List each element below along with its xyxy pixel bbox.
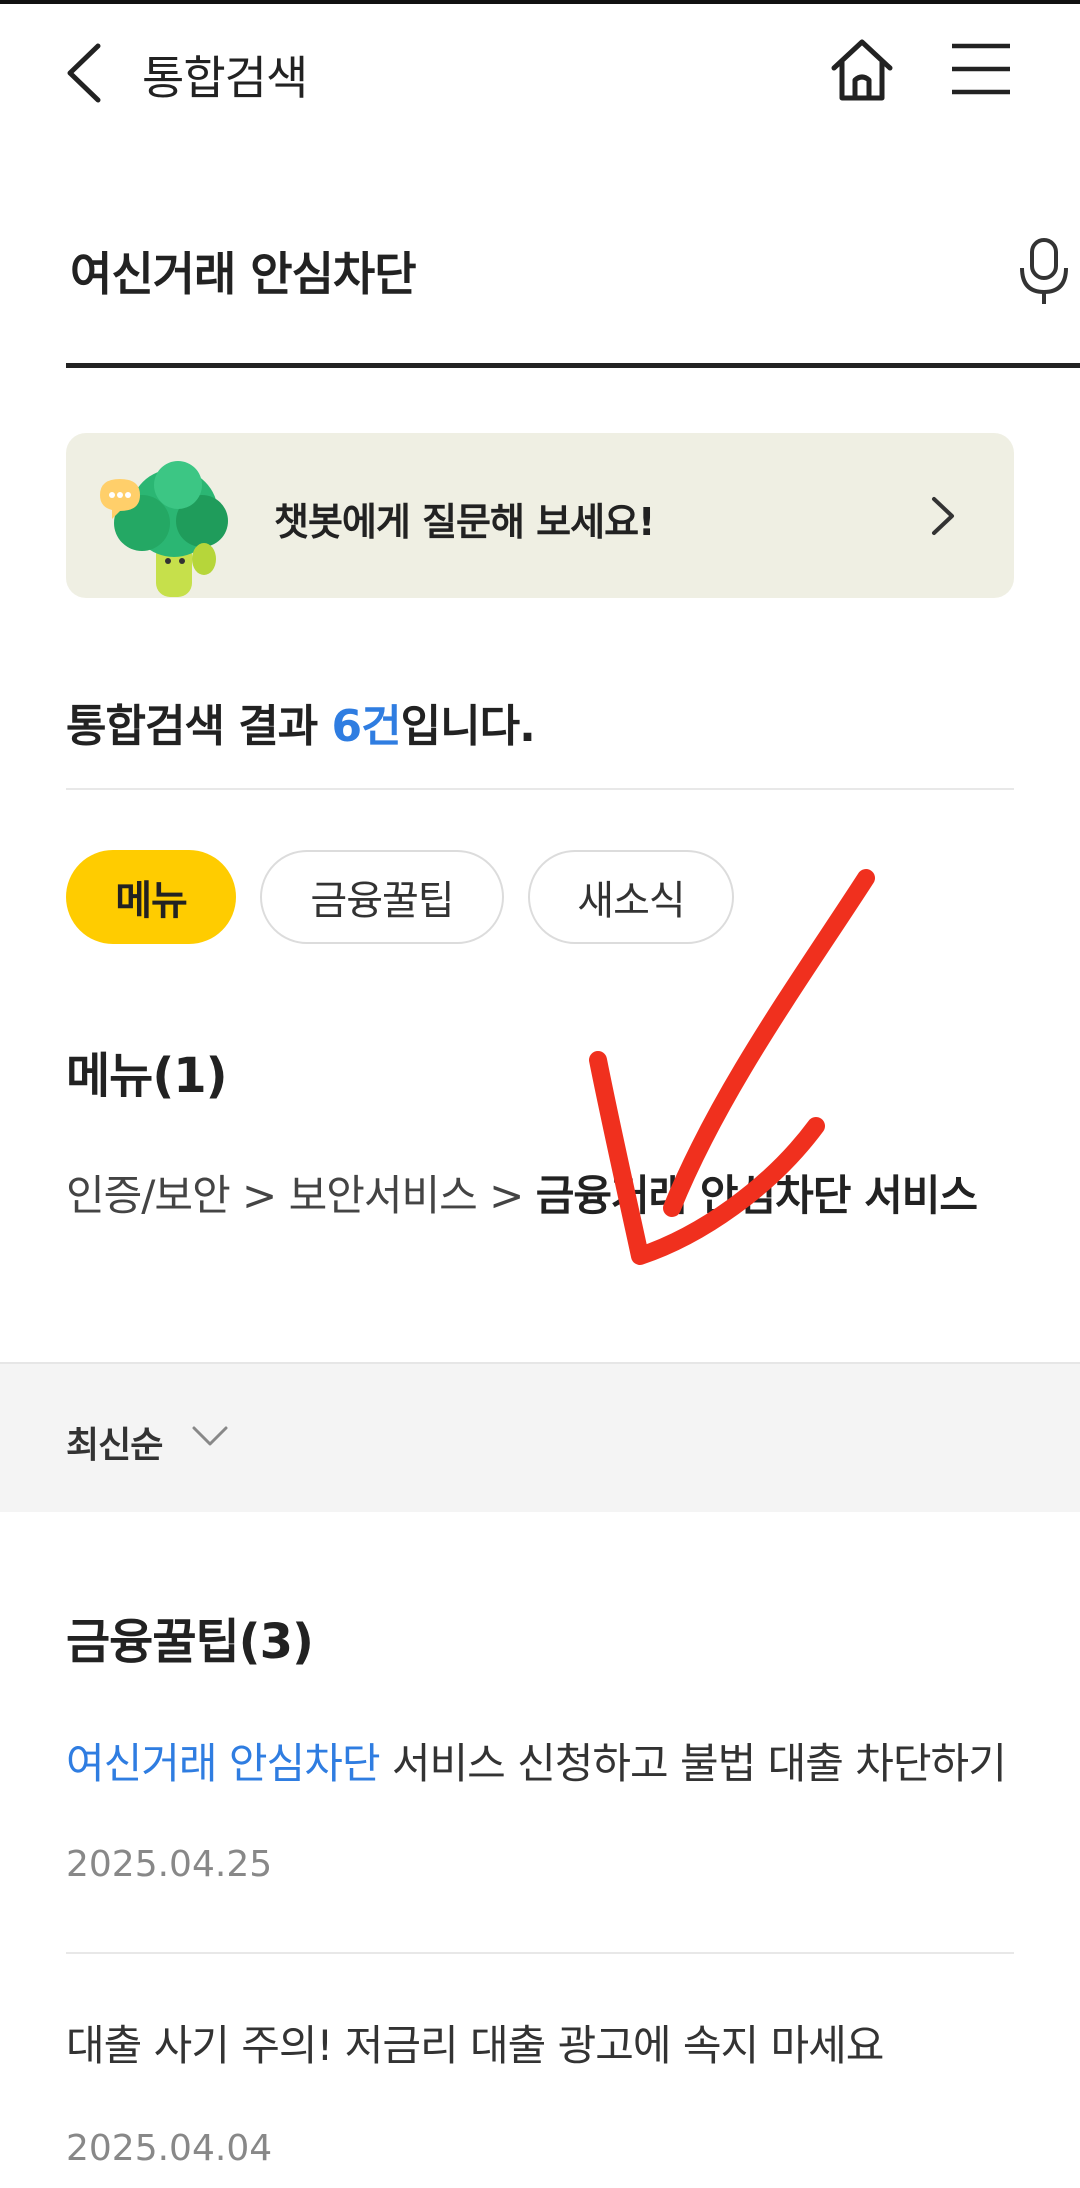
- sort-dropdown[interactable]: 최신순: [66, 1416, 163, 1468]
- chip-finance-tips[interactable]: 금융꿀팁: [260, 850, 504, 944]
- home-icon[interactable]: [826, 34, 898, 106]
- page-title: 통합검색: [142, 51, 308, 105]
- tip-item-title[interactable]: 여신거래 안심차단 서비스 신청하고 불법 대출 차단하기: [66, 1730, 1007, 1791]
- microphone-icon[interactable]: [1016, 236, 1072, 306]
- result-count: 6건: [331, 701, 402, 752]
- tip-item-rest: 서비스 신청하고 불법 대출 차단하기: [379, 1739, 1007, 1788]
- search-input[interactable]: 여신거래 안심차단: [66, 200, 1080, 368]
- tip-item-date: 2025.04.04: [66, 2128, 273, 2169]
- chip-news[interactable]: 새소식: [528, 850, 734, 944]
- menu-section-title: 메뉴(1): [66, 1048, 228, 1104]
- tip-item-title[interactable]: 대출 사기 주의! 저금리 대출 광고에 속지 마세요: [66, 2012, 884, 2073]
- chevron-left-icon[interactable]: [58, 38, 114, 108]
- search-query-text: 여신거래 안심차단: [70, 247, 417, 301]
- divider: [66, 788, 1014, 790]
- tip-item-highlight: 여신거래 안심차단: [66, 1739, 380, 1788]
- chatbot-banner-text: 챗봇에게 질문해 보세요!: [274, 500, 655, 544]
- chip-menu[interactable]: 메뉴: [66, 850, 236, 944]
- tips-section-title: 금융꿀팁(3): [66, 1614, 314, 1670]
- result-suffix: 입니다.: [400, 701, 536, 752]
- tip-item-date: 2025.04.25: [66, 1844, 273, 1885]
- chevron-down-icon[interactable]: [190, 1422, 230, 1452]
- breadcrumb-path: 인증/보안 > 보안서비스 >: [66, 1171, 536, 1220]
- divider: [66, 1952, 1014, 1954]
- app-header: 통합검색: [0, 4, 1080, 140]
- menu-result-link[interactable]: 인증/보안 > 보안서비스 > 금융거래 안심차단 서비스: [66, 1162, 978, 1223]
- chevron-right-icon: [932, 497, 954, 535]
- tip-item-rest: 대출 사기 주의! 저금리 대출 광고에 속지 마세요: [66, 2021, 884, 2070]
- result-prefix: 통합검색 결과: [66, 701, 332, 752]
- result-count-text: 통합검색 결과 6건입니다.: [66, 690, 536, 754]
- sort-bar: 최신순: [0, 1362, 1080, 1512]
- chatbot-banner[interactable]: 챗봇에게 질문해 보세요!: [66, 433, 1014, 598]
- tree-character-icon: [100, 461, 228, 597]
- breadcrumb-target: 금융거래 안심차단 서비스: [535, 1171, 978, 1220]
- hamburger-menu-icon[interactable]: [950, 38, 1012, 100]
